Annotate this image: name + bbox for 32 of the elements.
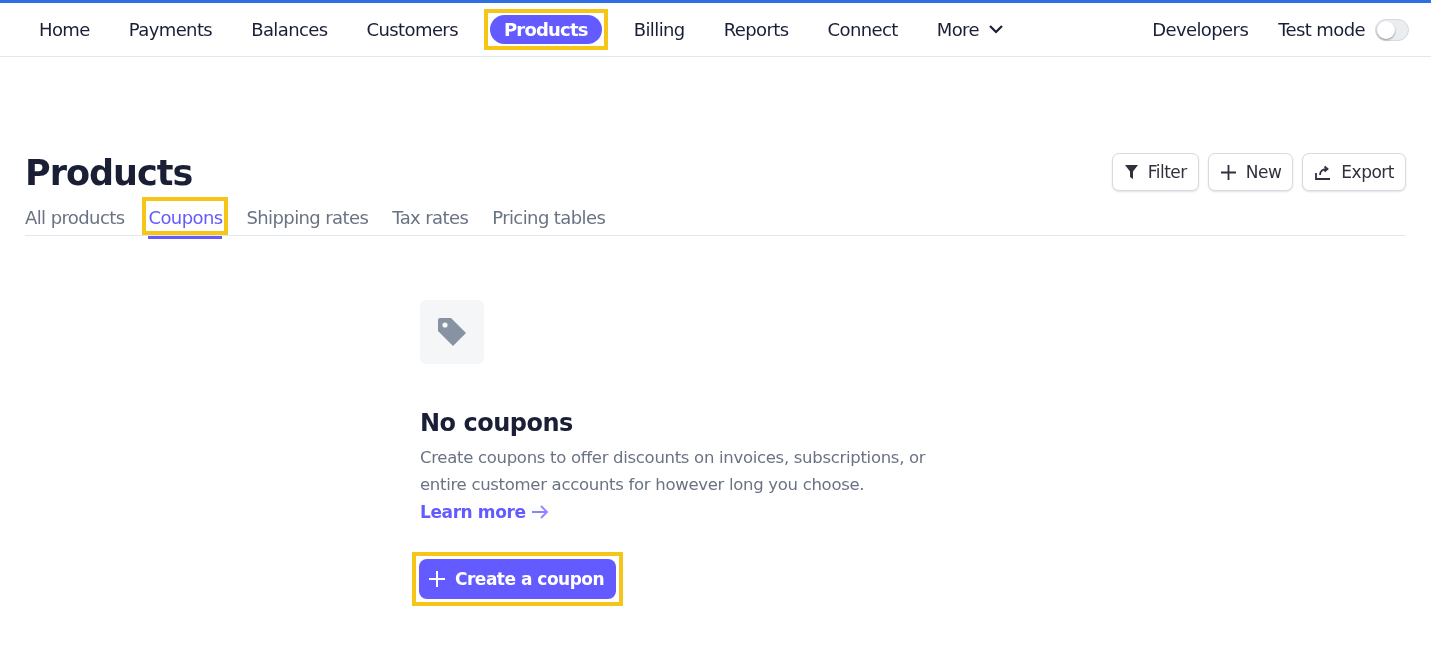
nav-tab[interactable]: Customers bbox=[359, 15, 465, 44]
plus-icon bbox=[429, 571, 445, 587]
add-button[interactable]: New bbox=[1207, 153, 1294, 191]
tab[interactable]: All products bbox=[25, 201, 125, 239]
tab[interactable]: Coupons bbox=[148, 201, 223, 239]
chevron-down-icon bbox=[989, 25, 1003, 34]
create-coupon-button[interactable]: Create a coupon bbox=[419, 559, 617, 599]
nav-tab[interactable]: Payments bbox=[121, 15, 220, 44]
filter-button[interactable]: Filter bbox=[1111, 153, 1199, 191]
nav-tab[interactable]: Products bbox=[489, 15, 602, 44]
plus-icon bbox=[1220, 164, 1236, 180]
learn-more-link[interactable]: Learn more bbox=[420, 502, 549, 522]
nav-tab[interactable]: Balances bbox=[244, 15, 335, 44]
filter-icon bbox=[1124, 165, 1138, 179]
empty-state-title: No coupons bbox=[420, 408, 574, 438]
nav-tab[interactable]: More bbox=[929, 15, 1010, 44]
test-mode-switch[interactable] bbox=[1375, 18, 1409, 41]
export-button[interactable]: Export bbox=[1302, 153, 1406, 191]
tab[interactable]: Tax rates bbox=[392, 201, 469, 239]
page-title: Products bbox=[25, 152, 193, 195]
tab[interactable]: Pricing tables bbox=[492, 201, 606, 239]
nav-tab[interactable]: Connect bbox=[820, 15, 905, 44]
test-mode-label: Test mode bbox=[1278, 19, 1365, 40]
export-icon bbox=[1315, 164, 1332, 180]
empty-state-description: Create coupons to offer discounts on invoices, subscriptions, or entire customer accounts for however long you choose. bbox=[420, 447, 927, 496]
developers-link[interactable]: Developers bbox=[1152, 19, 1249, 40]
arrow-right-icon bbox=[531, 505, 549, 519]
nav-tab[interactable]: Reports bbox=[716, 15, 796, 44]
nav-tab[interactable]: Billing bbox=[626, 15, 692, 44]
tab[interactable]: Shipping rates bbox=[246, 201, 369, 239]
nav-tab[interactable]: Home bbox=[32, 15, 97, 44]
tag-icon bbox=[436, 316, 468, 348]
